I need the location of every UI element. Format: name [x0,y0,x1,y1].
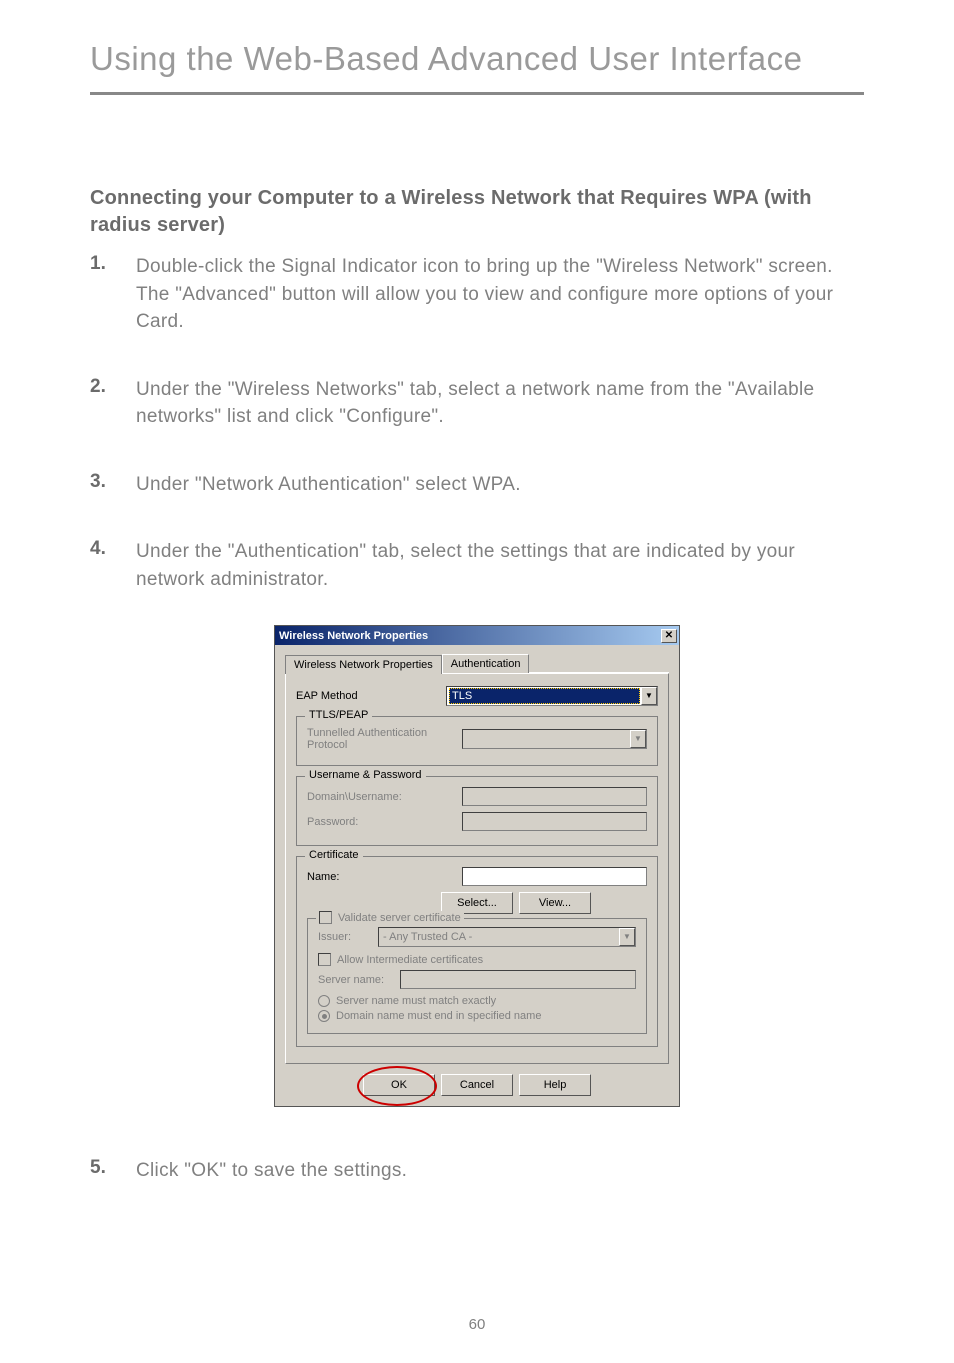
tab-strip: Wireless Network Properties Authenticati… [285,653,669,673]
step-number: 1. [90,253,136,336]
section-heading: Connecting your Computer to a Wireless N… [90,185,864,239]
instruction-list-continued: 5. Click "OK" to save the settings. [90,1157,864,1185]
issuer-select: - Any Trusted CA - ▼ [378,927,636,947]
ttls-peap-group: TTLS/PEAP Tunnelled Authentication Proto… [296,716,658,766]
step-text: Click "OK" to save the settings. [136,1157,407,1185]
ttls-peap-legend: TTLS/PEAP [305,709,372,721]
cert-name-label: Name: [307,871,462,883]
titlebar: Wireless Network Properties ✕ [275,626,679,645]
step-text: Double-click the Signal Indicator icon t… [136,253,864,336]
step-3: 3. Under "Network Authentication" select… [90,471,864,499]
eap-method-value: TLS [449,688,640,704]
username-password-group: Username & Password Domain\Username: Pas… [296,776,658,846]
step-4: 4. Under the "Authentication" tab, selec… [90,538,864,593]
step-text: Under the "Wireless Networks" tab, selec… [136,376,864,431]
password-label: Password: [307,816,462,828]
allow-intermediate-label: Allow Intermediate certificates [337,954,483,966]
ok-button[interactable]: OK [363,1074,435,1096]
server-name-input [400,970,636,989]
eap-method-select[interactable]: TLS ▼ [446,686,658,706]
validate-label: Validate server certificate [338,912,461,924]
step-number: 2. [90,376,136,431]
authentication-panel: EAP Method TLS ▼ TTLS/PEAP Tunnelled Aut… [285,673,669,1064]
issuer-label: Issuer: [318,931,378,943]
certificate-legend: Certificate [305,849,363,861]
dialog-screenshot: Wireless Network Properties ✕ Wireless N… [90,625,864,1107]
eap-method-label: EAP Method [296,690,446,702]
close-icon[interactable]: ✕ [661,629,677,643]
view-button[interactable]: View... [519,892,591,914]
page-number: 60 [469,1316,486,1333]
validate-checkbox [319,911,332,924]
radio-exact-label: Server name must match exactly [336,995,496,1007]
step-number: 5. [90,1157,136,1185]
tab-wireless-properties[interactable]: Wireless Network Properties [285,655,442,674]
domain-username-label: Domain\Username: [307,791,462,803]
step-text: Under the "Authentication" tab, select t… [136,538,864,593]
wireless-properties-dialog: Wireless Network Properties ✕ Wireless N… [274,625,680,1107]
tab-authentication[interactable]: Authentication [442,654,530,673]
tunnelled-select: ▼ [462,729,647,749]
tunnelled-label: Tunnelled Authentication Protocol [307,727,462,751]
step-2: 2. Under the "Wireless Networks" tab, se… [90,376,864,431]
chevron-down-icon: ▼ [630,730,646,748]
step-number: 4. [90,538,136,593]
password-input [462,812,647,831]
cancel-button[interactable]: Cancel [441,1074,513,1096]
radio-exact-match [318,995,330,1007]
validate-server-group: Validate server certificate Issuer: - An… [307,918,647,1034]
page-title: Using the Web-Based Advanced User Interf… [90,40,864,95]
dialog-title: Wireless Network Properties [279,630,428,642]
step-1: 1. Double-click the Signal Indicator ico… [90,253,864,336]
radio-domain-end [318,1010,330,1022]
domain-username-input [462,787,647,806]
help-button[interactable]: Help [519,1074,591,1096]
server-name-label: Server name: [318,974,400,986]
step-text: Under "Network Authentication" select WP… [136,471,521,499]
step-number: 3. [90,471,136,499]
instruction-list: 1. Double-click the Signal Indicator ico… [90,253,864,593]
issuer-value: - Any Trusted CA - [381,931,619,943]
radio-domain-label: Domain name must end in specified name [336,1010,541,1022]
chevron-down-icon: ▼ [619,928,635,946]
chevron-down-icon: ▼ [641,687,657,705]
step-5: 5. Click "OK" to save the settings. [90,1157,864,1185]
certificate-group: Certificate Name: Select... View... Vali… [296,856,658,1047]
userpass-legend: Username & Password [305,769,426,781]
cert-name-input[interactable] [462,867,647,886]
allow-intermediate-checkbox [318,953,331,966]
